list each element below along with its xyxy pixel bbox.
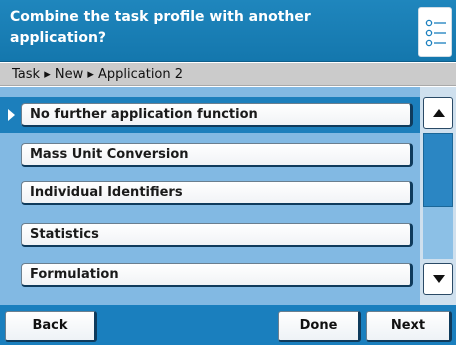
screen: Combine the task profile with another ap… bbox=[0, 0, 456, 345]
arrow-down-icon bbox=[433, 275, 445, 283]
list-icon[interactable] bbox=[418, 7, 452, 57]
page-title: Combine the task profile with another ap… bbox=[10, 9, 311, 46]
list-icon-glyph bbox=[425, 19, 446, 47]
footer-bar: Back Done Next bbox=[0, 305, 456, 345]
option-no-further-application-function[interactable]: No further application function bbox=[21, 103, 413, 127]
option-individual-identifiers[interactable]: Individual Identifiers bbox=[21, 181, 413, 205]
back-button[interactable]: Back bbox=[5, 311, 97, 342]
scroll-thumb[interactable] bbox=[423, 133, 453, 207]
options-list: No further application function Mass Uni… bbox=[0, 87, 420, 305]
done-button[interactable]: Done bbox=[278, 311, 361, 342]
next-button[interactable]: Next bbox=[366, 311, 452, 342]
scroll-up-button[interactable] bbox=[423, 97, 453, 129]
breadcrumb: Task ▸ New ▸ Application 2 bbox=[0, 63, 456, 86]
option-mass-unit-conversion[interactable]: Mass Unit Conversion bbox=[21, 143, 413, 167]
header: Combine the task profile with another ap… bbox=[0, 0, 456, 62]
option-statistics[interactable]: Statistics bbox=[21, 223, 413, 247]
scroll-down-button[interactable] bbox=[423, 263, 453, 295]
arrow-up-icon bbox=[433, 109, 445, 117]
scrollbar bbox=[420, 87, 456, 305]
selection-pointer-icon bbox=[8, 109, 15, 121]
option-formulation[interactable]: Formulation bbox=[21, 263, 413, 287]
